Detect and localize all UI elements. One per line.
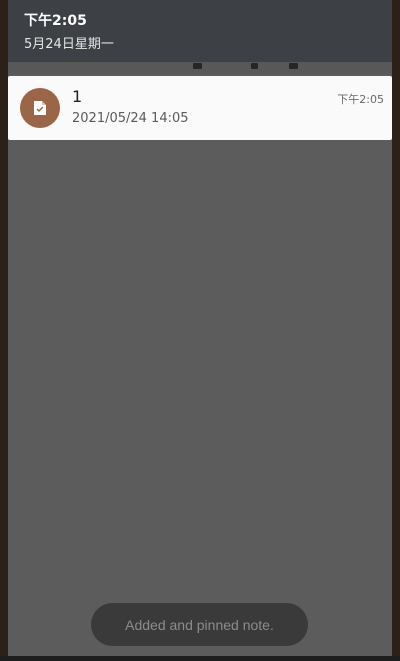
note-app-icon	[20, 88, 60, 128]
quick-setting-icon	[289, 63, 298, 69]
notification-card[interactable]: 1 2021/05/24 14:05 下午2:05	[8, 76, 392, 140]
quick-setting-icon	[251, 63, 258, 69]
notification-title: 1	[72, 87, 83, 106]
notification-shade-header: 下午2:05 5月24日星期一	[8, 0, 392, 62]
wallpaper-left-edge	[0, 0, 8, 661]
wallpaper-right-edge	[392, 0, 400, 661]
toast-text: Added and pinned note.	[125, 616, 274, 633]
quick-setting-icon	[193, 63, 202, 69]
shade-clock: 下午2:05	[24, 13, 87, 29]
toast-message: Added and pinned note.	[91, 603, 308, 646]
notification-text: 2021/05/24 14:05	[72, 111, 189, 126]
note-icon	[34, 101, 46, 115]
quick-settings-peek[interactable]	[8, 62, 392, 74]
notification-time: 下午2:05	[337, 93, 384, 106]
navigation-bar-edge	[0, 656, 400, 661]
shade-date: 5月24日星期一	[24, 37, 114, 52]
